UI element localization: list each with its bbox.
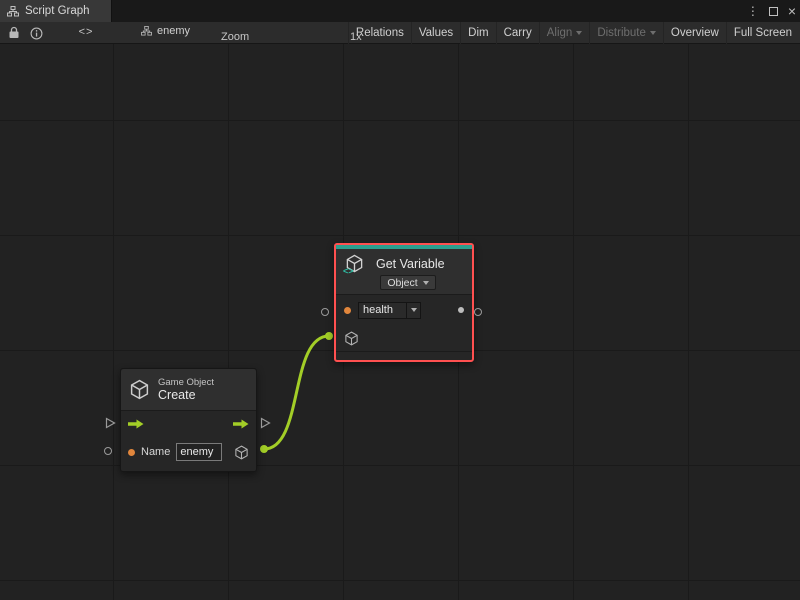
graph-toolbar: <> enemy Zoom 1x Relations Values Dim Ca…	[0, 22, 800, 44]
wire-start-port[interactable]	[260, 445, 268, 453]
info-icon[interactable]	[30, 27, 43, 40]
graph-reference[interactable]: enemy	[141, 25, 190, 37]
chevron-down-icon	[423, 281, 429, 285]
code-badge-icon: <>	[343, 266, 354, 276]
node-create-game-object[interactable]: Game Object Create Name	[120, 368, 257, 472]
values-button[interactable]: Values	[411, 22, 460, 44]
node-title: Create	[158, 388, 214, 402]
variable-name-value: health	[358, 302, 406, 319]
object-input-port-icon[interactable]	[344, 331, 359, 346]
graph-canvas[interactable]: Game Object Create Name <>	[0, 44, 800, 600]
zoom-label: Zoom	[221, 31, 249, 43]
object-row	[336, 325, 472, 351]
flow-out-arrow-icon[interactable]	[233, 419, 249, 429]
connection-wire[interactable]	[264, 336, 329, 449]
fullscreen-button[interactable]: Full Screen	[726, 22, 799, 44]
value-output-port-icon[interactable]	[458, 307, 464, 313]
node-get-variable[interactable]: <> Get Variable Object health	[334, 243, 474, 362]
distribute-button[interactable]: Distribute	[589, 22, 663, 44]
game-object-cube-icon	[129, 379, 150, 400]
flow-row	[121, 411, 256, 437]
graph-name: enemy	[157, 25, 190, 37]
gameobject-output-icon[interactable]	[234, 445, 249, 460]
wire-end-port[interactable]	[325, 332, 333, 340]
script-graph-window: Script Graph ⋮ × <> enemy	[0, 0, 800, 600]
chevron-down-icon	[576, 31, 582, 35]
window-controls: ⋮ ×	[747, 0, 796, 22]
name-input[interactable]	[176, 443, 222, 461]
chevron-down-icon	[650, 31, 656, 35]
variable-name-port[interactable]	[321, 308, 329, 316]
align-button[interactable]: Align	[539, 22, 590, 44]
overview-button[interactable]: Overview	[663, 22, 726, 44]
flow-input-port[interactable]	[104, 417, 116, 429]
node-category: Game Object	[158, 377, 214, 388]
node-title: Get Variable	[376, 257, 445, 271]
close-icon[interactable]: ×	[788, 4, 796, 18]
scope-dropdown[interactable]: Object	[380, 275, 436, 290]
variable-name-dropdown[interactable]: health	[358, 302, 421, 319]
title-bar: Script Graph ⋮ ×	[0, 0, 800, 22]
name-row: Name	[121, 437, 256, 467]
lock-icon[interactable]	[8, 26, 20, 39]
maximize-icon[interactable]	[769, 7, 778, 16]
dropdown-arrow-button[interactable]	[406, 302, 421, 319]
graph-asset-icon	[141, 26, 152, 36]
variable-name-port-icon[interactable]	[344, 307, 351, 314]
toolbar-buttons: Relations Values Dim Carry Align Distrib…	[348, 22, 799, 44]
kebab-menu-icon[interactable]: ⋮	[747, 5, 759, 17]
name-label: Name	[141, 446, 170, 458]
script-graph-icon	[7, 6, 19, 17]
chevron-down-icon	[411, 308, 417, 312]
node-header[interactable]: Game Object Create	[121, 369, 256, 411]
carry-button[interactable]: Carry	[496, 22, 539, 44]
flow-in-arrow-icon[interactable]	[128, 419, 144, 429]
flow-output-port[interactable]	[259, 417, 271, 429]
relations-button[interactable]: Relations	[348, 22, 411, 44]
node-footer	[336, 351, 472, 360]
variable-row: health	[336, 295, 472, 325]
variable-cube-icon: <>	[345, 254, 367, 278]
code-view-icon[interactable]: <>	[72, 26, 100, 38]
value-output-port[interactable]	[474, 308, 482, 316]
name-input-port-icon[interactable]	[128, 449, 135, 456]
dim-button[interactable]: Dim	[460, 22, 495, 44]
node-header[interactable]: <> Get Variable Object	[336, 249, 472, 295]
tab-script-graph[interactable]: Script Graph	[0, 0, 112, 22]
name-input-port[interactable]	[104, 447, 112, 455]
scope-value: Object	[387, 277, 417, 289]
tab-title: Script Graph	[25, 5, 90, 17]
